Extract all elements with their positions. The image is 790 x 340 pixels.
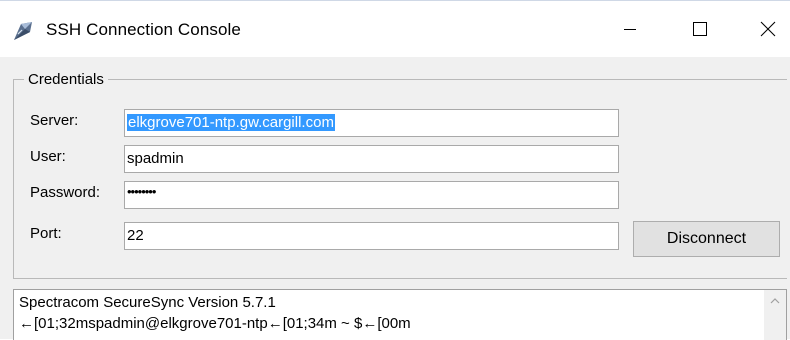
console-scrollbar[interactable] [764, 290, 786, 340]
close-icon [760, 21, 776, 37]
credentials-legend: Credentials [24, 71, 108, 88]
console-output[interactable]: Spectracom SecureSync Version 5.7.1 ←[01… [13, 289, 787, 340]
console-line: ←[01;32mspadmin@elkgrove701-ntp←[01;34m … [19, 315, 411, 332]
password-input-value: •••••••• [127, 184, 156, 199]
scroll-up-button[interactable] [764, 290, 786, 312]
title-bar[interactable]: SSH Connection Console [0, 1, 790, 57]
server-input-value: elkgrove701-ntp.gw.cargill.com [127, 114, 335, 131]
password-input[interactable]: •••••••• [124, 181, 619, 209]
password-label: Password: [30, 184, 101, 201]
user-input[interactable]: spadmin [124, 145, 619, 173]
window-title: SSH Connection Console [46, 20, 241, 39]
server-input[interactable]: elkgrove701-ntp.gw.cargill.com [124, 109, 619, 137]
maximize-button[interactable] [672, 1, 728, 57]
port-input[interactable]: 22 [124, 222, 619, 250]
user-label: User: [30, 148, 66, 165]
disconnect-button[interactable]: Disconnect [633, 221, 780, 257]
close-button[interactable] [740, 1, 790, 57]
maximize-icon [693, 22, 707, 36]
user-input-value: spadmin [127, 150, 184, 167]
chevron-up-icon [770, 298, 780, 304]
ssh-connection-window: SSH Connection Console Credentials Serve… [0, 0, 790, 340]
minimize-button[interactable] [602, 1, 658, 57]
minimize-icon [624, 29, 636, 30]
ssh-app-icon [14, 22, 32, 40]
console-line: Spectracom SecureSync Version 5.7.1 [19, 294, 276, 311]
server-label: Server: [30, 112, 79, 129]
port-label: Port: [30, 225, 62, 242]
port-input-value: 22 [127, 227, 144, 244]
